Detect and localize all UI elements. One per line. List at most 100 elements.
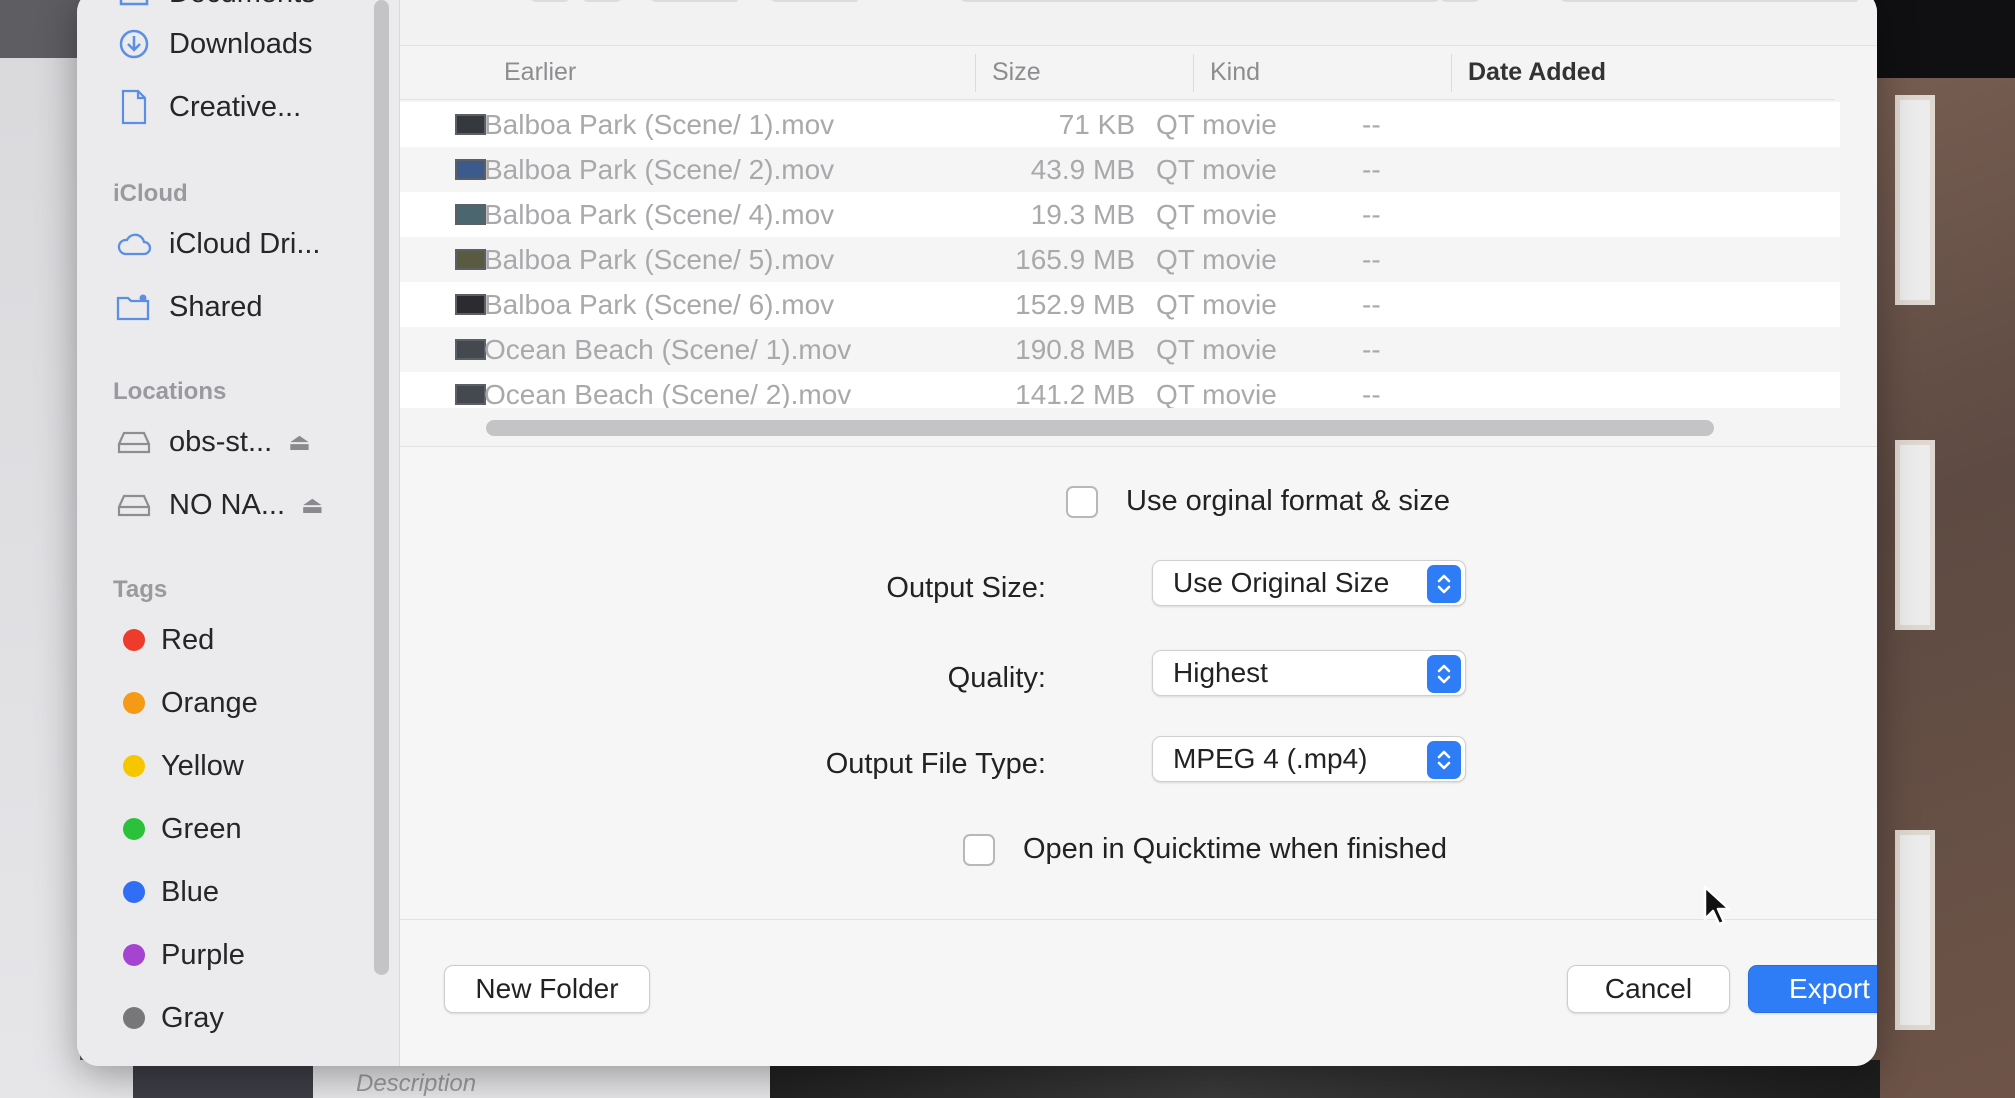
- file-rows: Balboa Park (Scene/ 1).mov 71 KB QT movi…: [400, 102, 1840, 408]
- sidebar-item-no-name[interactable]: NO NA... ⏏: [115, 480, 324, 530]
- output-file-type-popup[interactable]: MPEG 4 (.mp4): [1152, 736, 1466, 782]
- file-size: 19.3 MB: [1030, 198, 1135, 230]
- movie-thumbnail-icon: [455, 249, 486, 270]
- tag-color-dot: [123, 692, 145, 714]
- sidebar-tag-orange[interactable]: Orange: [115, 678, 258, 728]
- drive-icon: [115, 486, 153, 524]
- toolbar-back-button[interactable]: [530, 0, 570, 2]
- sidebar-item-label: Yellow: [161, 749, 244, 782]
- sidebar-item-label: Green: [161, 812, 242, 845]
- toolbar-share-button[interactable]: [1440, 0, 1480, 2]
- toolbar-location-popup[interactable]: [960, 0, 1440, 2]
- eject-icon[interactable]: ⏏: [301, 491, 324, 520]
- movie-thumbnail-icon: [455, 114, 486, 135]
- column-header-date-added[interactable]: Date Added: [1452, 46, 1832, 99]
- use-original-format-checkbox[interactable]: [1066, 485, 1098, 518]
- eject-icon[interactable]: ⏏: [288, 428, 311, 457]
- table-row[interactable]: Balboa Park (Scene/ 6).mov 152.9 MB QT m…: [400, 282, 1840, 327]
- file-date-added: --: [1362, 288, 1381, 320]
- tag-color-dot: [123, 944, 145, 966]
- file-name: Balboa Park (Scene/ 1).mov: [484, 108, 835, 140]
- sidebar-item-label: Orange: [161, 686, 258, 719]
- file-size: 190.8 MB: [1015, 333, 1135, 365]
- document-folder-icon: [115, 0, 153, 12]
- file-name: Balboa Park (Scene/ 4).mov: [484, 198, 835, 230]
- file-name: Balboa Park (Scene/ 2).mov: [484, 153, 835, 185]
- sidebar-item-icloud-drive[interactable]: iCloud Dri...: [115, 219, 321, 269]
- toolbar-group-button[interactable]: [770, 0, 860, 2]
- download-icon: [115, 25, 153, 63]
- table-row[interactable]: Balboa Park (Scene/ 5).mov 165.9 MB QT m…: [400, 237, 1840, 282]
- sidebar-item-label: Downloads: [169, 27, 313, 60]
- output-size-popup[interactable]: Use Original Size: [1152, 560, 1466, 606]
- cloud-icon: [115, 225, 153, 263]
- column-header-size[interactable]: Size: [976, 46, 1194, 99]
- sidebar-item-documents[interactable]: Documents: [115, 0, 316, 18]
- table-row[interactable]: Ocean Beach (Scene/ 2).mov 141.2 MB QT m…: [400, 372, 1840, 408]
- movie-thumbnail-icon: [455, 294, 486, 315]
- background-description-label: Description: [356, 1070, 477, 1097]
- sidebar-tag-green[interactable]: Green: [115, 804, 242, 854]
- sidebar-tag-red[interactable]: Red: [115, 615, 214, 665]
- file-size: 71 KB: [1058, 108, 1135, 140]
- use-original-format-checkbox-row[interactable]: Use orginal format & size: [1066, 485, 1450, 518]
- column-header-label: Size: [992, 58, 1041, 86]
- file-browser: Earlier Size Kind Date Added Balboa Park…: [400, 46, 1877, 446]
- movie-thumbnail-icon: [455, 339, 486, 360]
- toolbar-search-field[interactable]: [1560, 0, 1860, 2]
- export-button[interactable]: Export: [1748, 965, 1877, 1013]
- sidebar-item-creative[interactable]: Creative...: [115, 82, 301, 132]
- column-header-label: Kind: [1210, 58, 1261, 86]
- sidebar-tag-purple[interactable]: Purple: [115, 930, 245, 980]
- sidebar-item-label: Shared: [169, 290, 263, 323]
- column-header-name[interactable]: Earlier: [400, 46, 976, 99]
- quality-value: Highest: [1173, 657, 1268, 688]
- tag-color-dot: [123, 1007, 145, 1029]
- file-size: 152.9 MB: [1015, 288, 1135, 320]
- file-kind: QT movie: [1156, 333, 1277, 365]
- file-list-horizontal-scrollbar[interactable]: [486, 420, 1714, 436]
- sidebar-tag-yellow[interactable]: Yellow: [115, 741, 244, 791]
- sidebar-item-label: Creative...: [169, 90, 302, 123]
- drive-icon: [115, 423, 153, 461]
- file-kind: QT movie: [1156, 378, 1277, 409]
- export-options-panel: Use orginal format & size Output Size: U…: [400, 446, 1877, 920]
- sidebar-item-label: obs-st...: [169, 425, 273, 458]
- background-left: [0, 0, 80, 1098]
- background-thumbnail: [133, 1066, 313, 1098]
- cancel-button[interactable]: Cancel: [1567, 965, 1730, 1013]
- sidebar-item-label: iCloud Dri...: [169, 227, 321, 260]
- movie-thumbnail-icon: [455, 384, 486, 405]
- quality-popup[interactable]: Highest: [1152, 650, 1466, 696]
- sidebar-item-obs-studio[interactable]: obs-st... ⏏: [115, 417, 311, 467]
- column-header-label: Date Added: [1468, 58, 1606, 86]
- column-header-kind[interactable]: Kind: [1194, 46, 1452, 99]
- toolbar-view-button[interactable]: [650, 0, 740, 2]
- sidebar-item-label: Purple: [161, 938, 245, 971]
- open-in-quicktime-checkbox[interactable]: [963, 833, 995, 866]
- shared-folder-icon: [115, 288, 153, 326]
- file-size: 141.2 MB: [1015, 378, 1135, 409]
- sheet-footer: New Folder Cancel Export: [400, 920, 1877, 1066]
- table-row[interactable]: Ocean Beach (Scene/ 1).mov 190.8 MB QT m…: [400, 327, 1840, 372]
- document-icon: [115, 88, 153, 126]
- toolbar-forward-button[interactable]: [582, 0, 622, 2]
- file-kind: QT movie: [1156, 198, 1277, 230]
- sidebar-header-icloud: iCloud: [113, 180, 188, 207]
- file-date-added: --: [1362, 108, 1381, 140]
- open-in-quicktime-checkbox-row[interactable]: Open in Quicktime when finished: [963, 833, 1447, 866]
- sidebar-tag-blue[interactable]: Blue: [115, 867, 219, 917]
- file-kind: QT movie: [1156, 108, 1277, 140]
- table-row[interactable]: Balboa Park (Scene/ 4).mov 19.3 MB QT mo…: [400, 192, 1840, 237]
- background-left-top: [0, 0, 80, 58]
- table-row[interactable]: Balboa Park (Scene/ 1).mov 71 KB QT movi…: [400, 102, 1840, 147]
- sidebar-scrollbar[interactable]: [374, 0, 389, 975]
- table-row[interactable]: Balboa Park (Scene/ 2).mov 43.9 MB QT mo…: [400, 147, 1840, 192]
- file-date-added: --: [1362, 153, 1381, 185]
- sidebar-item-shared[interactable]: Shared: [115, 282, 263, 332]
- background-window: [1895, 440, 1935, 630]
- sidebar-tag-gray[interactable]: Gray: [115, 993, 224, 1043]
- new-folder-button[interactable]: New Folder: [444, 965, 650, 1013]
- output-size-value: Use Original Size: [1173, 567, 1390, 598]
- sidebar-item-downloads[interactable]: Downloads: [115, 19, 312, 69]
